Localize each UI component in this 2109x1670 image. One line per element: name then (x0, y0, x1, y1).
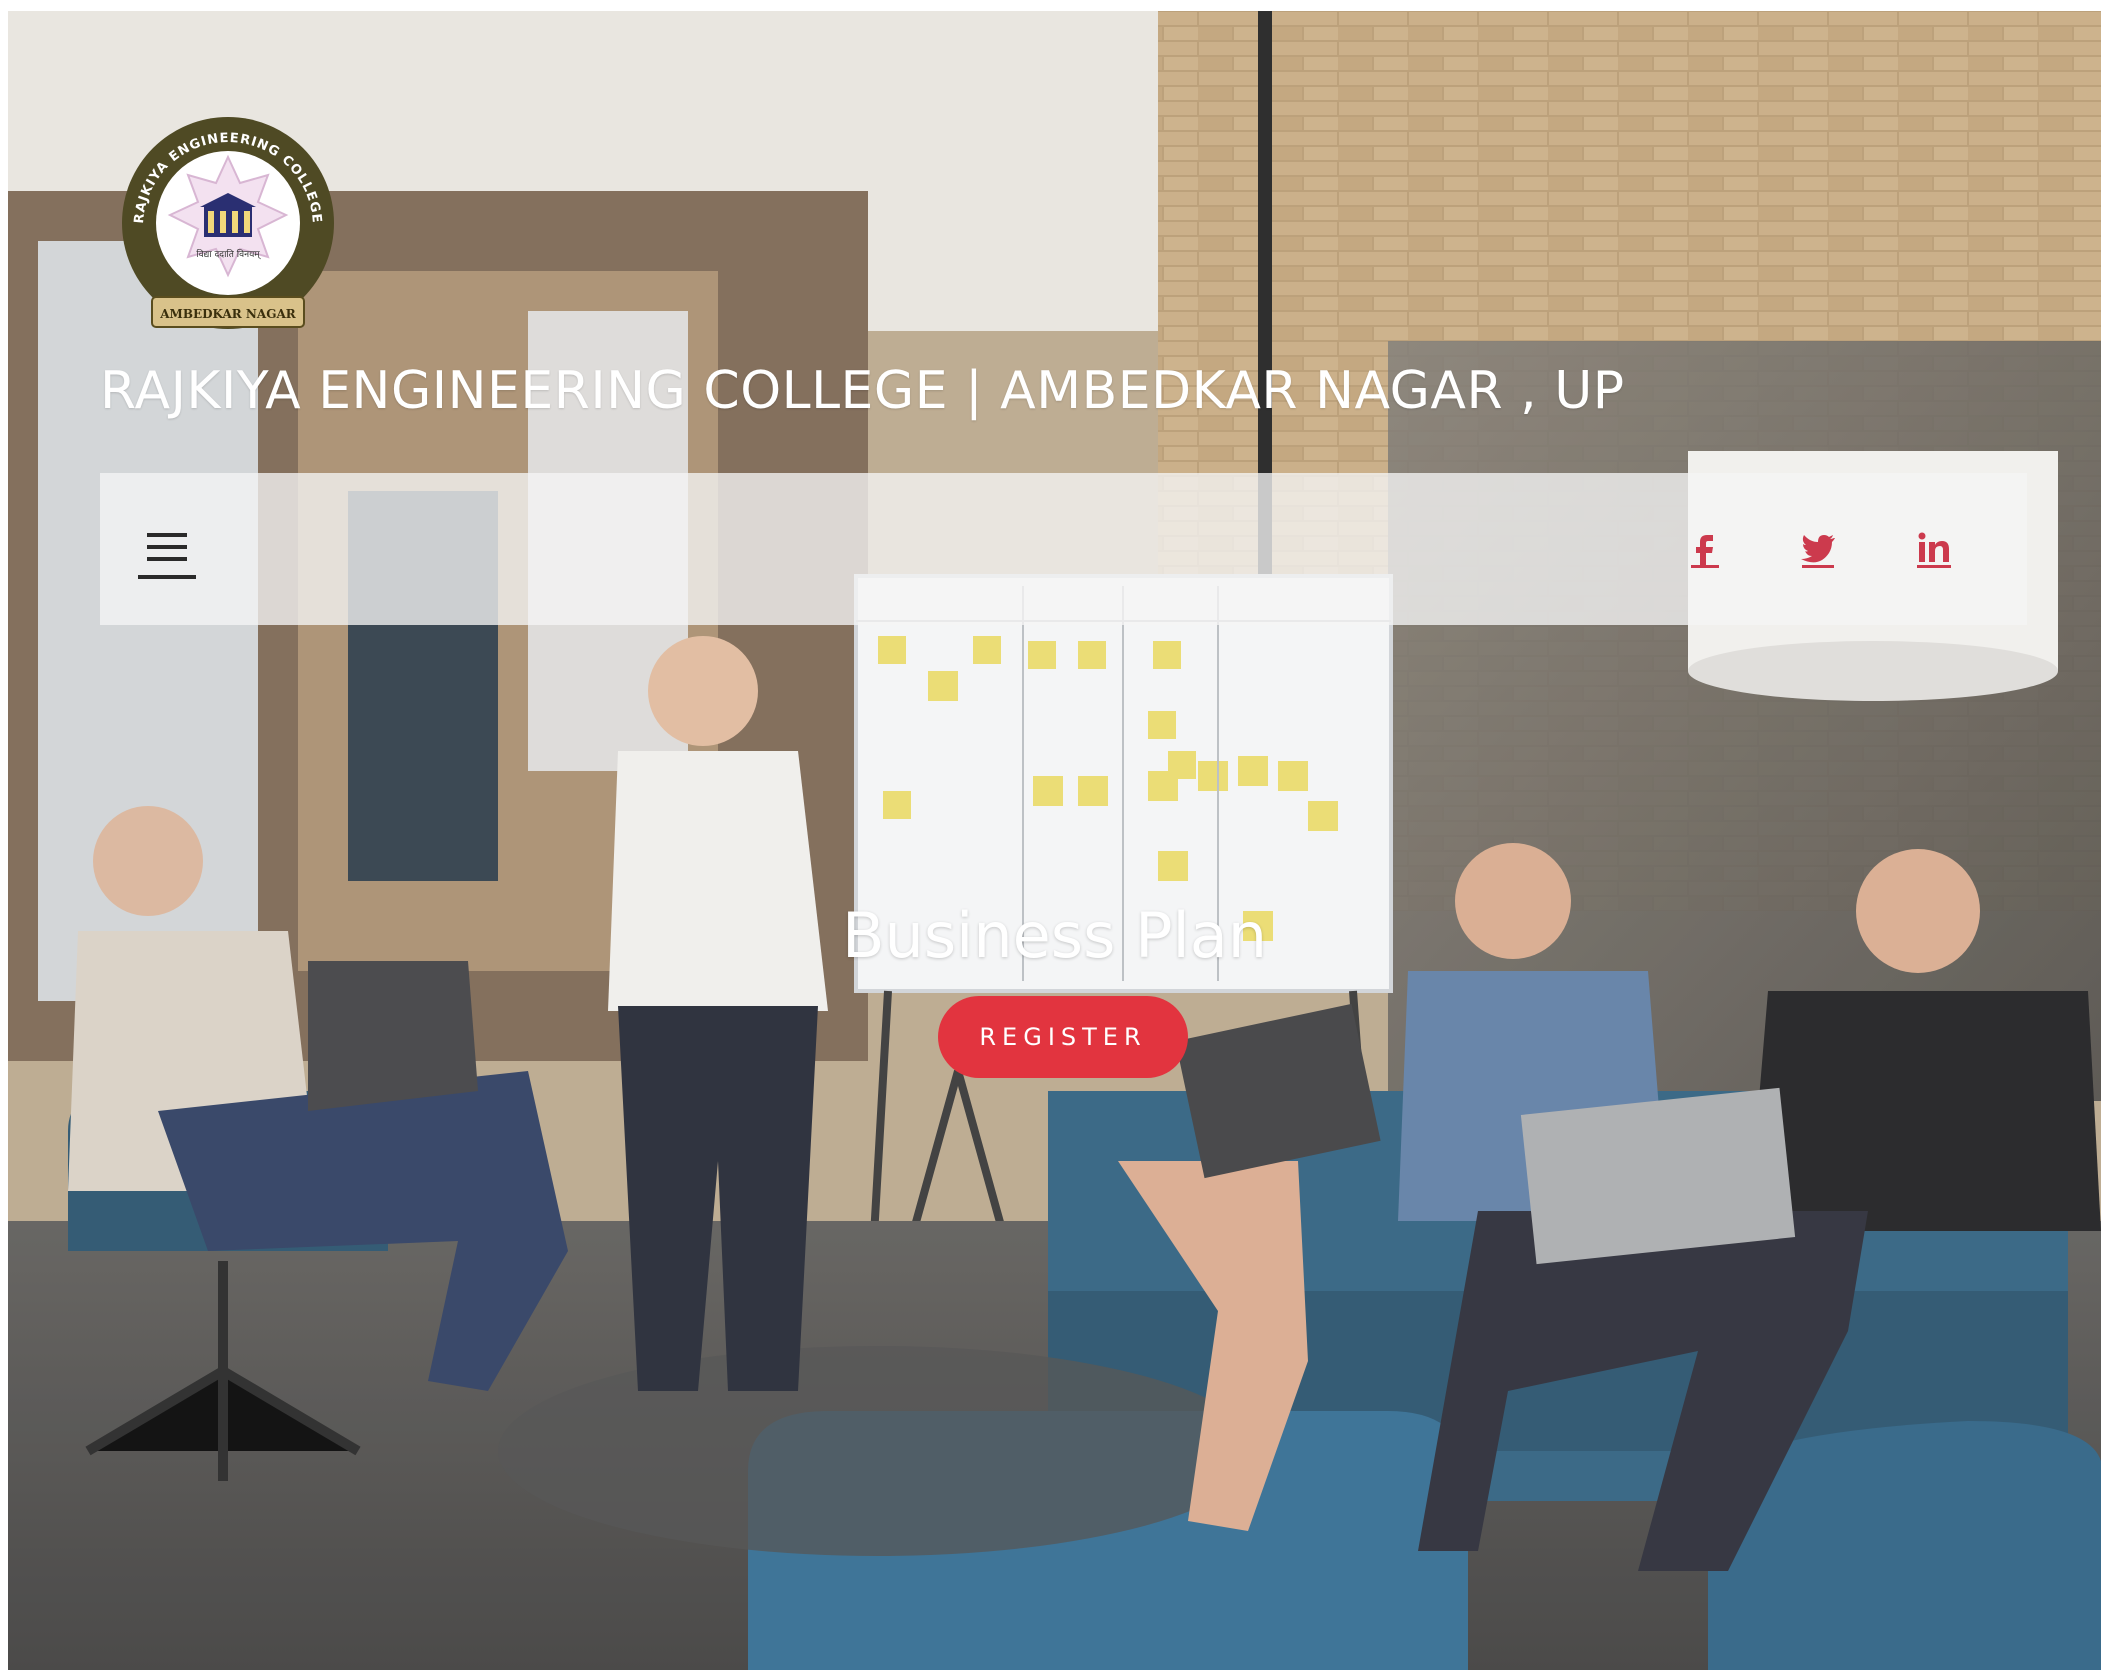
linkedin-icon[interactable] (1914, 529, 1954, 569)
hamburger-icon[interactable] (138, 533, 198, 581)
twitter-icon[interactable] (1798, 529, 1838, 569)
site-title: RAJKIYA ENGINEERING COLLEGE | AMBEDKAR N… (100, 361, 1625, 421)
hero-headline: Business Plan (841, 899, 1267, 972)
svg-text:AMBEDKAR NAGAR: AMBEDKAR NAGAR (159, 307, 297, 321)
svg-text:विद्या ददाति विनयम्: विद्या ददाति विनयम् (196, 248, 261, 260)
hero-section: RAJKIYA ENGINEERING COLLEGE AMBEDKAR NAG… (8, 11, 2101, 1670)
register-button[interactable]: REGISTER (938, 996, 1188, 1078)
navbar (100, 473, 2027, 625)
facebook-icon[interactable] (1685, 529, 1725, 569)
college-logo[interactable]: RAJKIYA ENGINEERING COLLEGE AMBEDKAR NAG… (108, 107, 348, 347)
